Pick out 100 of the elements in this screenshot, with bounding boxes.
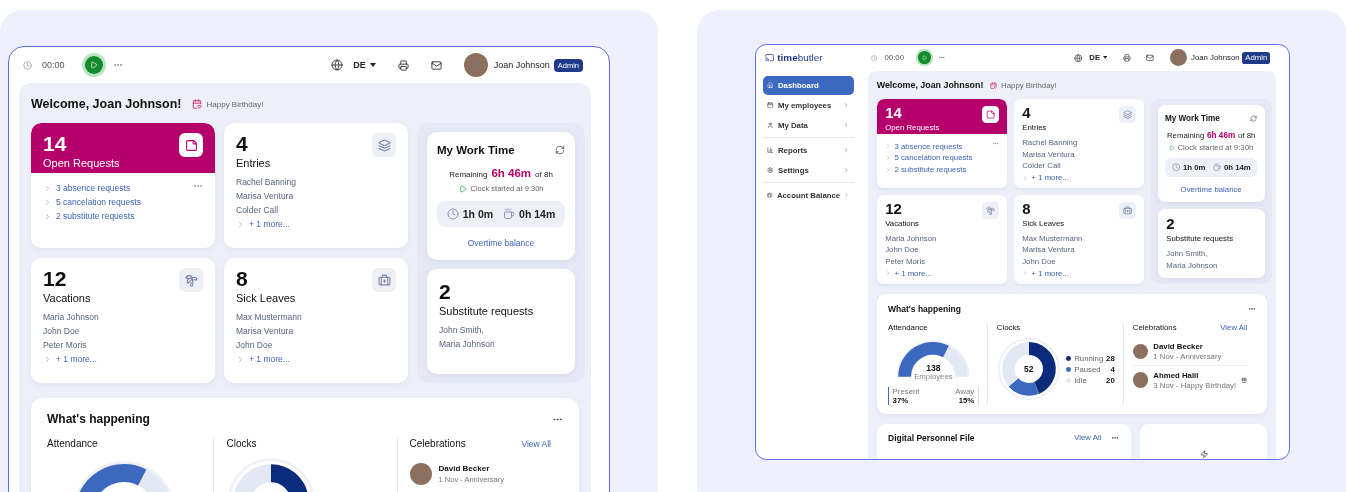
sidebar-item[interactable]: Reports [763,141,854,160]
user-name: Joan Johnson [1191,53,1240,63]
stat-value: 37% [892,396,910,406]
name-text: Peter Moris [885,257,927,267]
refresh-icon[interactable] [555,145,565,155]
column-title: Clocks [996,322,1021,332]
person-name: David Becker [1153,341,1204,351]
name-text: Peter Moris [43,340,88,350]
legend-value: 4 [1109,364,1115,374]
more-link[interactable]: + 1 more... [249,219,290,229]
remaining-time: 6h 46m [1207,130,1236,140]
remaining-label: Remaining [1166,130,1205,140]
chevron-icon [43,354,52,364]
request-link[interactable]: 2 substitute requests [56,211,135,221]
avatar [1169,49,1187,67]
legend-label: Paused [1074,364,1102,374]
request-link[interactable]: 5 cancelation requests [56,197,142,207]
more-link[interactable]: + 1 more... [894,269,932,279]
card-title: My Work Time [1164,113,1220,123]
avatar [409,463,432,485]
more-link[interactable]: + 1 more... [1031,269,1069,279]
view-all-link[interactable]: View All [1074,433,1102,443]
name-text: Max Mustermann [236,312,303,322]
globe-icon [331,59,344,71]
name-text: John Doe [236,340,274,350]
name-text: Maria Johnson [885,233,938,243]
legend-label: Idle [1074,375,1088,385]
remaining-time: 6h 46m [491,167,532,179]
name-text: Colder Call [1022,161,1062,171]
column-title: Clocks [226,438,257,449]
name-text: Rachel Banning [236,177,297,187]
play-button[interactable] [84,56,103,74]
name-text: John Doe [1022,257,1057,267]
request-link[interactable]: 3 absence requests [56,183,131,193]
card-icon [377,273,391,287]
language-dropdown[interactable]: DE [1089,53,1108,63]
card-count: 4 [236,133,249,154]
card-title: My Work Time [437,144,515,156]
column-title: Attendance [47,438,98,449]
language-dropdown[interactable]: DE [353,60,376,70]
more-link[interactable]: + 1 more... [249,354,290,364]
more-link[interactable]: + 1 more... [1031,173,1069,183]
timer-text: 00:00 [884,53,904,63]
donut-drawing [996,337,1061,402]
total-count: 138 [926,363,941,373]
name-text: Max Mustermann [1022,233,1084,243]
avatar [1132,372,1149,388]
overtime-link[interactable]: Overtime balance [1180,184,1242,194]
view-all-link[interactable]: View All [1220,322,1248,332]
mail-button[interactable] [430,59,442,71]
sidebar-item[interactable]: My Data [763,115,854,135]
name-text: Maria Johnson [1166,260,1219,270]
column-title: Attendance [888,322,928,332]
remaining-label: Remaining [449,170,488,179]
donut-total: 52 [1024,364,1034,375]
name-text: John Doe [885,245,920,255]
sidebar-item[interactable]: Settings [763,160,854,180]
legend-value: 20 [1106,375,1115,385]
chevron-icon [236,354,245,364]
printer-button[interactable] [397,59,409,71]
section-title: What's happening [47,412,150,426]
card-count: 14 [885,106,903,121]
person-name: Ahmed Halil [1153,370,1200,380]
card-count: 2 [439,281,452,302]
overtime-link[interactable]: Overtime balance [467,238,535,248]
total-hours: of 8h [535,170,553,179]
request-link[interactable]: 2 substitute requests [894,165,967,175]
birthday-note: Happy Birthday! [206,99,264,109]
clock-icon [446,208,459,220]
sidebar-item[interactable]: Dashboard [763,76,854,95]
card-count: 2 [1166,217,1176,232]
card-label: Vacations [885,218,919,228]
name-text: Marisa Ventura [236,191,295,201]
card-icon [184,273,198,287]
name-text: Rachel Banning [1022,137,1079,147]
request-link[interactable]: 3 absence requests [894,141,963,151]
total-label: Employees [914,372,953,382]
card-label: Substitute requests [1166,234,1235,244]
stat-label: Present [892,387,920,397]
card-label: Entries [236,157,271,169]
request-link[interactable]: 5 cancelation requests [894,153,973,163]
clock-icon [23,60,32,70]
name-text: Marisa Ventura [236,326,295,336]
card-label: Open Requests [43,157,120,169]
role-badge: Admin [1242,51,1271,64]
sidebar-item[interactable]: Account Balance [763,186,854,205]
birthday-note: Happy Birthday! [1001,81,1057,90]
person-name: David Becker [438,464,491,473]
view-all-link[interactable]: View All [521,438,551,449]
column-title: Celebrations [409,438,466,449]
card-count: 14 [43,133,68,154]
more-link[interactable]: + 1 more... [56,354,97,364]
card-label: Open Requests [885,123,940,133]
card-label: Entries [1022,123,1047,133]
timer-text: 00:00 [42,60,65,70]
play-button[interactable] [918,51,931,65]
sidebar-item[interactable]: My employees [763,96,854,115]
section-title: What's happening [888,304,961,315]
card-count: 8 [236,268,249,289]
printer-icon [397,59,409,71]
